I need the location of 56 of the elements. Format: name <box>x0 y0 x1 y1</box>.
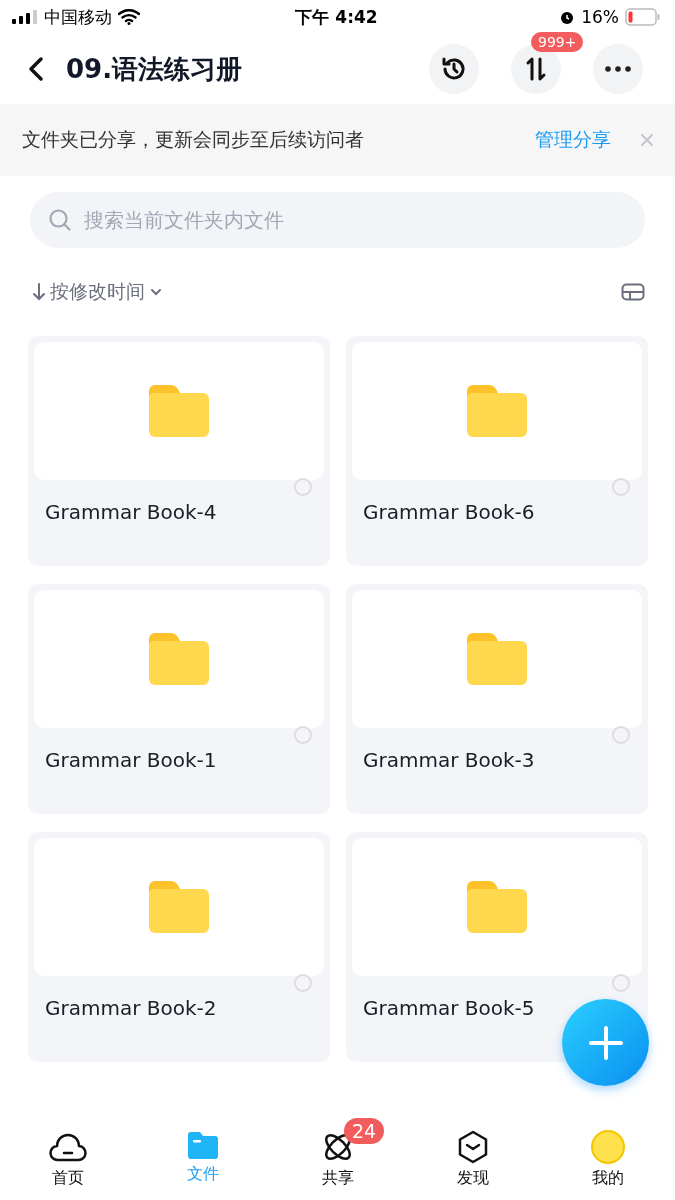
tab[interactable]: 共享 24 <box>270 1120 405 1200</box>
folder-icon <box>467 881 527 933</box>
sort-dropdown[interactable]: 按修改时间 <box>32 279 163 305</box>
select-checkbox[interactable] <box>612 478 630 496</box>
search-field[interactable]: 搜索当前文件夹内文件 <box>82 207 627 233</box>
close-icon[interactable] <box>641 134 653 146</box>
clock: 下午 4:42 <box>295 5 378 29</box>
signal-icon <box>12 10 38 24</box>
folder-icon <box>467 385 527 437</box>
select-checkbox[interactable] <box>294 726 312 744</box>
hexagon-icon <box>456 1130 489 1164</box>
more-icon <box>605 66 631 72</box>
folder-card[interactable]: Grammar Book-3 <box>346 584 648 814</box>
carrier: 中国移动 <box>44 5 112 29</box>
battery-icon <box>625 8 661 26</box>
folder-card[interactable]: Grammar Book-5 <box>346 832 648 1062</box>
folder-icon <box>467 633 527 685</box>
search-bar[interactable]: 搜索当前文件夹内文件 <box>30 192 645 248</box>
select-checkbox[interactable] <box>612 974 630 992</box>
more-button[interactable] <box>593 44 643 94</box>
share-notice: 文件夹已分享，更新会同步至后续访问者 <box>22 127 365 152</box>
folder-icon <box>149 633 209 685</box>
folder-icon <box>149 385 209 437</box>
folder-card[interactable]: Grammar Book-2 <box>28 832 330 1062</box>
notification-badge: 24 <box>344 1118 385 1144</box>
chevron-down-icon <box>149 287 163 297</box>
avatar <box>590 1130 625 1164</box>
tab[interactable]: 我的 <box>540 1120 675 1200</box>
folder-name: Grammar Book-3 <box>363 748 535 772</box>
folder-icon <box>149 881 209 933</box>
wifi-icon <box>118 9 140 25</box>
folder-name: Grammar Book-5 <box>363 996 535 1020</box>
folder-card[interactable]: Grammar Book-6 <box>346 336 648 566</box>
add-button[interactable] <box>562 999 649 1086</box>
folder-name: Grammar Book-1 <box>45 748 217 772</box>
tab[interactable]: 发现 <box>405 1120 540 1200</box>
history-button[interactable] <box>429 44 479 94</box>
down-arrow-icon <box>32 282 46 302</box>
select-checkbox[interactable] <box>294 974 312 992</box>
search-icon <box>48 208 72 232</box>
folder-name: Grammar Book-6 <box>363 500 535 524</box>
view-toggle-icon[interactable] <box>621 283 645 301</box>
back-icon[interactable] <box>28 56 44 82</box>
folder-card[interactable]: Grammar Book-4 <box>28 336 330 566</box>
battery-percent: 16% <box>581 7 619 27</box>
tab[interactable]: 首页 <box>0 1120 135 1200</box>
select-checkbox[interactable] <box>612 726 630 744</box>
folder-card[interactable]: Grammar Book-1 <box>28 584 330 814</box>
folder-icon <box>185 1130 220 1160</box>
select-checkbox[interactable] <box>294 478 312 496</box>
alarm-icon <box>559 9 576 25</box>
folder-name: Grammar Book-4 <box>45 500 217 524</box>
folder-name: Grammar Book-2 <box>45 996 217 1020</box>
plus-icon <box>587 1024 624 1061</box>
folder-title: 09.语法练习册 <box>66 52 244 86</box>
transfer-count-badge: 999+ <box>531 32 584 52</box>
